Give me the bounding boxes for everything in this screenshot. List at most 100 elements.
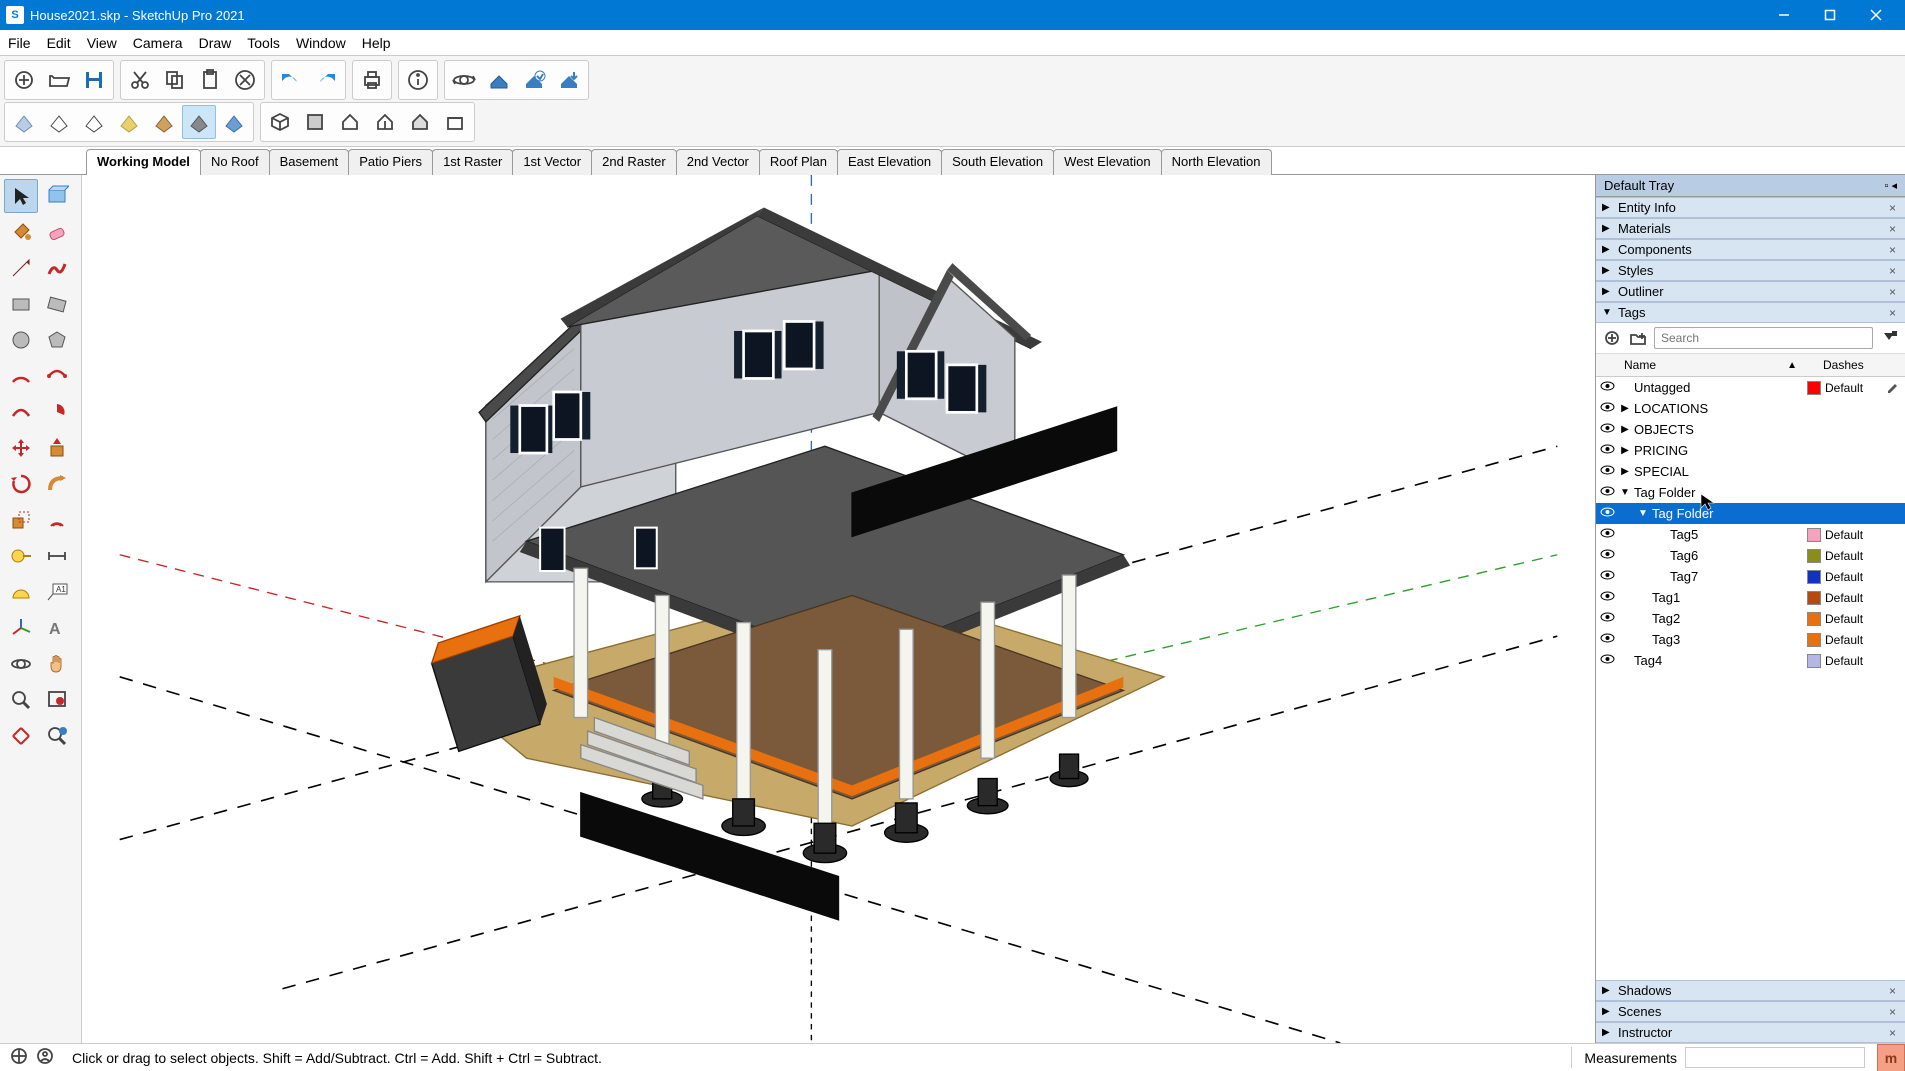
scene-tab-north-elevation[interactable]: North Elevation <box>1161 149 1272 175</box>
scene-tab-2nd-raster[interactable]: 2nd Raster <box>591 149 677 175</box>
visibility-toggle-icon[interactable] <box>1596 548 1618 563</box>
scale-tool[interactable] <box>4 503 38 537</box>
tag-color-swatch[interactable] <box>1807 654 1821 668</box>
circle-tool[interactable] <box>4 323 38 357</box>
panel-header-tags[interactable]: ▼ Tags × <box>1596 302 1905 323</box>
visibility-toggle-icon[interactable] <box>1596 422 1618 437</box>
visibility-toggle-icon[interactable] <box>1596 611 1618 626</box>
view-front-button[interactable] <box>333 105 367 139</box>
column-header-dashes[interactable]: Dashes <box>1821 354 1885 376</box>
tag-color-swatch[interactable] <box>1807 591 1821 605</box>
panel-header-entity-info[interactable]: ▶Entity Info× <box>1596 197 1905 218</box>
scene-tab-no-roof[interactable]: No Roof <box>200 149 270 175</box>
menu-view[interactable]: View <box>79 30 125 55</box>
tag-row[interactable]: ▶LOCATIONS <box>1596 398 1905 419</box>
tag-search-input[interactable] <box>1654 327 1873 349</box>
model-viewport[interactable] <box>82 175 1595 1043</box>
style-2-button[interactable] <box>42 105 76 139</box>
column-header-name[interactable]: Name▲ <box>1618 354 1803 376</box>
panel-header-outliner[interactable]: ▶Outliner× <box>1596 281 1905 302</box>
visibility-toggle-icon[interactable] <box>1596 485 1618 500</box>
measurements-input[interactable] <box>1685 1047 1865 1068</box>
eraser-tool[interactable] <box>40 215 74 249</box>
tag-color-swatch[interactable] <box>1807 549 1821 563</box>
tag-dash-style[interactable]: Default <box>1825 612 1883 626</box>
tag-row[interactable]: ▼Tag Folder <box>1596 503 1905 524</box>
expand-toggle-icon[interactable]: ▶ <box>1618 445 1632 456</box>
paint-bucket-tool[interactable] <box>4 215 38 249</box>
view-iso-button[interactable] <box>263 105 297 139</box>
style-3-button[interactable] <box>77 105 111 139</box>
panel-close-icon[interactable]: × <box>1886 201 1899 215</box>
orbit-tool[interactable] <box>4 647 38 681</box>
tag-row[interactable]: ▶PRICING <box>1596 440 1905 461</box>
menu-window[interactable]: Window <box>288 30 354 55</box>
visibility-toggle-icon[interactable] <box>1596 632 1618 647</box>
rotate-tool[interactable] <box>4 467 38 501</box>
move-tool[interactable] <box>4 431 38 465</box>
panel-close-icon[interactable]: × <box>1886 222 1899 236</box>
style-4-button[interactable] <box>112 105 146 139</box>
tag-row[interactable]: Tag1Default <box>1596 587 1905 608</box>
3d-warehouse-button[interactable] <box>517 63 551 97</box>
panel-header-scenes[interactable]: ▶Scenes× <box>1596 1001 1905 1022</box>
expand-toggle-icon[interactable]: ▶ <box>1618 403 1632 414</box>
tag-row[interactable]: ▶OBJECTS <box>1596 419 1905 440</box>
minimize-button[interactable] <box>1761 0 1807 30</box>
arc-tool[interactable] <box>4 359 38 393</box>
expand-toggle-icon[interactable]: ▼ <box>1618 487 1632 498</box>
visibility-toggle-icon[interactable] <box>1596 590 1618 605</box>
visibility-toggle-icon[interactable] <box>1596 506 1618 521</box>
tag-row[interactable]: UntaggedDefault <box>1596 377 1905 398</box>
save-file-button[interactable] <box>77 63 111 97</box>
offset-tool[interactable] <box>40 503 74 537</box>
menu-camera[interactable]: Camera <box>125 30 191 55</box>
zoom-extents-button[interactable] <box>482 63 516 97</box>
scene-tab-south-elevation[interactable]: South Elevation <box>941 149 1054 175</box>
axes-tool[interactable] <box>4 611 38 645</box>
scene-tab-working-model[interactable]: Working Model <box>86 149 201 175</box>
scene-tab-roof-plan[interactable]: Roof Plan <box>759 149 838 175</box>
copy-button[interactable] <box>158 63 192 97</box>
visibility-toggle-icon[interactable] <box>1596 443 1618 458</box>
undo-button[interactable] <box>274 63 308 97</box>
rectangle-tool[interactable] <box>4 287 38 321</box>
add-tag-folder-button[interactable] <box>1628 328 1648 348</box>
panel-close-icon[interactable]: × <box>1886 306 1899 320</box>
visibility-toggle-icon[interactable] <box>1596 527 1618 542</box>
maximize-button[interactable] <box>1807 0 1853 30</box>
style-6-button[interactable] <box>182 105 216 139</box>
line-tool[interactable] <box>4 251 38 285</box>
scene-tab-basement[interactable]: Basement <box>269 149 350 175</box>
zoom-tool[interactable] <box>4 683 38 717</box>
panel-close-icon[interactable]: × <box>1886 1026 1899 1040</box>
panel-close-icon[interactable]: × <box>1886 264 1899 278</box>
protractor-tool[interactable] <box>4 575 38 609</box>
tag-row[interactable]: Tag4Default <box>1596 650 1905 671</box>
new-file-button[interactable] <box>7 63 41 97</box>
add-tag-button[interactable] <box>1602 328 1622 348</box>
visibility-toggle-icon[interactable] <box>1596 464 1618 479</box>
followme-tool[interactable] <box>40 467 74 501</box>
freehand-tool[interactable] <box>40 251 74 285</box>
tag-row[interactable]: Tag6Default <box>1596 545 1905 566</box>
credits-icon[interactable] <box>36 1047 54 1068</box>
tray-pin-icon[interactable]: ▫ ◂ <box>1885 179 1897 192</box>
view-back-button[interactable] <box>403 105 437 139</box>
menu-tools[interactable]: Tools <box>239 30 288 55</box>
tape-measure-tool[interactable] <box>4 539 38 573</box>
view-top-button[interactable] <box>298 105 332 139</box>
tag-color-swatch[interactable] <box>1807 633 1821 647</box>
close-button[interactable] <box>1853 0 1899 30</box>
component-tool[interactable] <box>40 179 74 213</box>
previous-view-tool[interactable] <box>40 719 74 753</box>
visibility-toggle-icon[interactable] <box>1596 380 1618 395</box>
model-info-button[interactable] <box>401 63 435 97</box>
tag-dash-style[interactable]: Default <box>1825 549 1883 563</box>
visibility-toggle-icon[interactable] <box>1596 401 1618 416</box>
tag-dash-style[interactable]: Default <box>1825 570 1883 584</box>
menu-draw[interactable]: Draw <box>191 30 240 55</box>
paste-button[interactable] <box>193 63 227 97</box>
zoom-window-tool[interactable] <box>40 683 74 717</box>
scene-tab-east-elevation[interactable]: East Elevation <box>837 149 942 175</box>
